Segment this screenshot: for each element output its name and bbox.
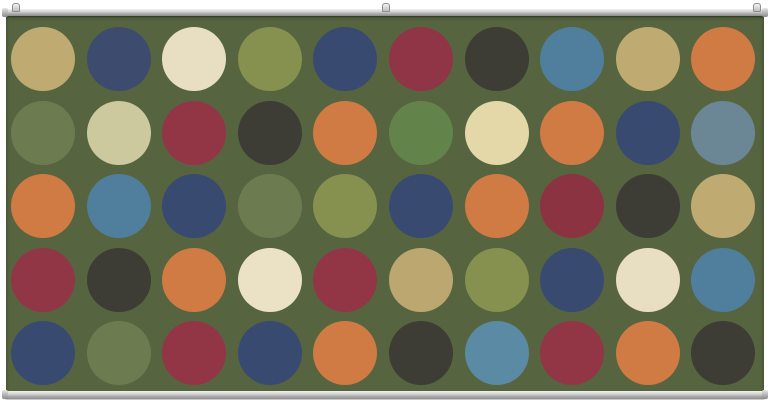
polka-dot [313,27,378,91]
polka-dot [389,27,453,91]
bottom-hanging-rail [2,390,768,399]
polka-dot [615,321,680,385]
polka-dot [11,321,75,385]
polka-dot [389,174,453,238]
polka-dot [237,174,302,238]
polka-dot [464,27,529,91]
polka-dot [237,100,302,165]
polka-dot [86,27,151,91]
wall-banner [0,0,770,400]
polka-dot [162,27,227,91]
dot-grid [6,14,764,392]
polka-dot [540,174,605,238]
polka-dot [313,174,378,238]
polka-dot [162,321,227,385]
polka-dot [237,27,302,91]
polka-dot [691,321,756,385]
polka-dot [691,27,756,91]
bottom-rail-right-cap [762,390,768,399]
polka-dot [162,100,227,165]
polka-dot [86,321,151,385]
top-rail-left-cap [2,8,8,17]
right-hanging-hook [753,3,761,12]
polka-dot [86,100,151,165]
polka-dot [11,100,75,165]
polka-dot [11,27,75,91]
polka-dot [313,321,378,385]
polka-dot [464,247,529,312]
polka-dot-canvas [6,14,764,392]
polka-dot [615,27,680,91]
polka-dot [464,321,529,385]
polka-dot [464,174,529,238]
polka-dot [237,247,302,312]
polka-dot [540,247,605,312]
polka-dot [86,174,151,238]
polka-dot [464,100,529,165]
polka-dot [691,247,756,312]
polka-dot [615,174,680,238]
polka-dot [313,100,378,165]
polka-dot [691,174,756,238]
polka-dot [86,247,151,312]
polka-dot [162,174,227,238]
polka-dot [615,247,680,312]
polka-dot [162,247,227,312]
polka-dot [389,247,453,312]
polka-dot [11,174,75,238]
polka-dot [11,247,75,312]
bottom-rail-left-cap [2,390,8,399]
polka-dot [540,321,605,385]
polka-dot [615,100,680,165]
polka-dot [313,247,378,312]
top-rail-right-cap [762,8,768,17]
polka-dot [389,321,453,385]
polka-dot [540,27,605,91]
polka-dot [389,100,453,165]
polka-dot [691,100,756,165]
left-hanging-hook [12,3,20,12]
center-hanging-hook [382,3,390,12]
polka-dot [540,100,605,165]
polka-dot [237,321,302,385]
